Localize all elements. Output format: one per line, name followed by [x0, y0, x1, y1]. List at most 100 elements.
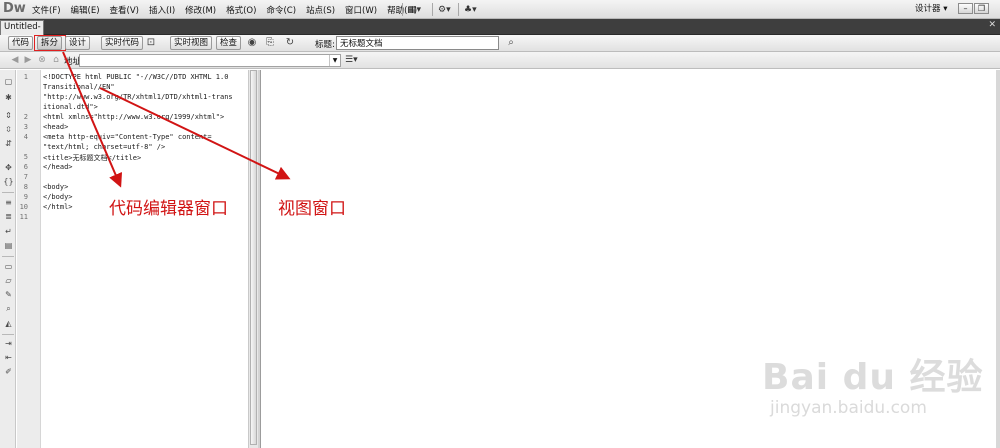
code-line[interactable]: </body> — [43, 193, 73, 201]
menu-commands[interactable]: 命令(C) — [266, 4, 296, 16]
line-number: 5 — [23, 153, 28, 161]
workspace-switcher[interactable]: 设计器 ▾ — [915, 2, 947, 14]
title-label: 标题: — [315, 40, 335, 50]
code-line[interactable]: "text/html; charset=utf-8" /> — [43, 143, 165, 151]
restore-button[interactable]: ❐ — [974, 3, 989, 14]
menu-view[interactable]: 查看(V) — [110, 4, 139, 16]
inspect-button[interactable]: 检查 — [216, 36, 242, 50]
remove-comment-icon[interactable]: ▱ — [3, 275, 14, 286]
toolbar-separator — [2, 256, 14, 257]
syntax-coloring-icon[interactable]: ▤ — [3, 240, 14, 251]
line-number: 6 — [23, 163, 28, 171]
toolbar-separator — [2, 192, 14, 193]
app-logo: Dw — [3, 1, 26, 16]
visual-aids-icon[interactable]: ⌕ — [503, 36, 519, 50]
line-number: 7 — [23, 173, 28, 181]
code-line[interactable]: "http://www.w3.org/TR/xhtml1/DTD/xhtml1-… — [43, 93, 233, 101]
chevron-down-icon[interactable]: ▼ — [329, 55, 340, 66]
live-view-button[interactable]: 实时视图 — [170, 36, 213, 50]
split-divider[interactable] — [258, 70, 261, 448]
design-view-button[interactable]: 设计 — [65, 36, 91, 50]
recent-snippets-icon[interactable]: ⌕ — [3, 303, 14, 314]
address-input[interactable]: ▼ — [79, 54, 341, 67]
line-number: 10 — [19, 203, 28, 211]
menu-edit[interactable]: 编辑(E) — [71, 4, 100, 16]
workspace-label: 设计器 — [915, 4, 941, 14]
file-management-icon[interactable]: ⎘ — [262, 36, 278, 50]
watermark-url: jingyan.baidu.com — [770, 398, 927, 418]
split-highlight-box — [34, 35, 66, 51]
minimize-button[interactable]: – — [958, 3, 973, 14]
baidu-watermark: Bai du 经验 jingyan.baidu.com — [762, 340, 992, 440]
watermark-logo: Bai du 经验 — [762, 357, 984, 398]
open-documents-icon[interactable]: ▢ — [3, 76, 14, 87]
preview-browser-icon[interactable]: ◉ — [244, 36, 260, 50]
live-code-button[interactable]: 实时代码 — [101, 36, 144, 50]
stop-icon[interactable]: ⊗ — [36, 54, 48, 66]
menu-format[interactable]: 格式(O) — [226, 4, 256, 16]
toolbar-separator — [2, 334, 14, 335]
line-number: 2 — [23, 113, 28, 121]
line-number: 1 — [23, 73, 28, 81]
code-line[interactable]: <title>无标题文档</title> — [43, 153, 141, 163]
code-line[interactable]: </html> — [43, 203, 73, 211]
apply-comment-icon[interactable]: ▭ — [3, 261, 14, 272]
extend-gear-icon[interactable]: ⚙▾ — [438, 3, 451, 16]
collapse-tag-icon[interactable]: ⇕ — [3, 110, 14, 121]
format-source-code-icon[interactable]: ✐ — [3, 366, 14, 377]
forward-icon[interactable]: ▶ — [22, 54, 34, 66]
show-code-navigator-icon[interactable]: ✱ — [3, 92, 14, 103]
code-line[interactable]: <body> — [43, 183, 68, 191]
code-line[interactable]: </head> — [43, 163, 73, 171]
code-view-button[interactable]: 代码 — [8, 36, 34, 50]
menu-bar: Dw 文件(F) 编辑(E) 查看(V) 插入(I) 修改(M) 格式(O) 命… — [0, 0, 1000, 19]
menu-modify[interactable]: 修改(M) — [185, 4, 216, 16]
menu-site[interactable]: 站点(S) — [306, 4, 335, 16]
menu-window[interactable]: 窗口(W) — [345, 4, 377, 16]
highlight-invalid-code-icon[interactable]: ≣ — [3, 211, 14, 222]
annotation-view-window: 视图窗口 — [278, 199, 346, 219]
close-icon[interactable]: ✕ — [988, 20, 996, 30]
tab-untitled-2[interactable]: Untitled-2 — [0, 20, 44, 45]
line-number: 3 — [23, 123, 28, 131]
line-number-gutter: 1 2 3 4 5 6 7 8 9 10 11 — [17, 70, 41, 448]
title-input[interactable] — [336, 36, 499, 50]
home-icon[interactable]: ⌂ — [50, 54, 62, 66]
balance-braces-icon[interactable]: {} — [3, 176, 14, 187]
main-menu: 文件(F) 编辑(E) 查看(V) 插入(I) 修改(M) 格式(O) 命令(C… — [32, 0, 427, 19]
expand-all-icon[interactable]: ⇵ — [3, 138, 14, 149]
line-number: 11 — [19, 213, 28, 221]
address-bar: ◀ ▶ ⊗ ⌂ 地址 ▼ ☰▾ — [0, 52, 1000, 69]
collapse-selection-icon[interactable]: ⇳ — [3, 124, 14, 135]
menu-file[interactable]: 文件(F) — [32, 4, 61, 16]
site-icon[interactable]: ♣▾ — [464, 3, 477, 16]
scrollbar-thumb[interactable] — [250, 70, 257, 445]
code-line[interactable]: <head> — [43, 123, 68, 131]
code-editor[interactable]: <!DOCTYPE html PUBLIC "-//W3C//DTD XHTML… — [41, 70, 247, 448]
line-number: 9 — [23, 193, 28, 201]
menu-separator — [458, 3, 459, 16]
select-parent-tag-icon[interactable]: ✥ — [3, 162, 14, 173]
code-scrollbar[interactable] — [248, 70, 258, 448]
document-tab-bar: Untitled-2 ✕ — [0, 19, 1000, 45]
code-line[interactable]: <meta http-equiv="Content-Type" content= — [43, 133, 212, 141]
menu-separator — [402, 3, 403, 16]
outdent-code-icon[interactable]: ⇤ — [3, 352, 14, 363]
back-icon[interactable]: ◀ — [9, 54, 21, 66]
line-numbers-icon[interactable]: ≡ — [3, 197, 14, 208]
indent-code-icon[interactable]: ⇥ — [3, 338, 14, 349]
wrap-tag-icon[interactable]: ✎ — [3, 289, 14, 300]
coding-toolbar: ▢ ✱ ⇕ ⇳ ⇵ ✥ {} ≡ ≣ ↵ ▤ ▭ ▱ ✎ ⌕ ◭ ⇥ ⇤ ✐ — [0, 70, 16, 448]
menu-insert[interactable]: 插入(I) — [149, 4, 175, 16]
code-line[interactable]: <html xmlns="http://www.w3.org/1999/xhtm… — [43, 113, 224, 121]
word-wrap-icon[interactable]: ↵ — [3, 226, 14, 237]
move-css-icon[interactable]: ◭ — [3, 318, 14, 329]
code-line[interactable]: Transitional//EN" — [43, 83, 115, 91]
check-compatibility-icon[interactable]: ⊡ — [143, 36, 159, 50]
code-line[interactable]: <!DOCTYPE html PUBLIC "-//W3C//DTD XHTML… — [43, 73, 228, 81]
layout-icon[interactable]: ▦▾ — [408, 3, 421, 16]
code-line[interactable]: itional.dtd"> — [43, 103, 98, 111]
refresh-icon[interactable]: ↻ — [282, 36, 298, 50]
view-options-icon[interactable]: ☰▾ — [345, 54, 362, 67]
design-scrollbar[interactable] — [996, 70, 1000, 448]
